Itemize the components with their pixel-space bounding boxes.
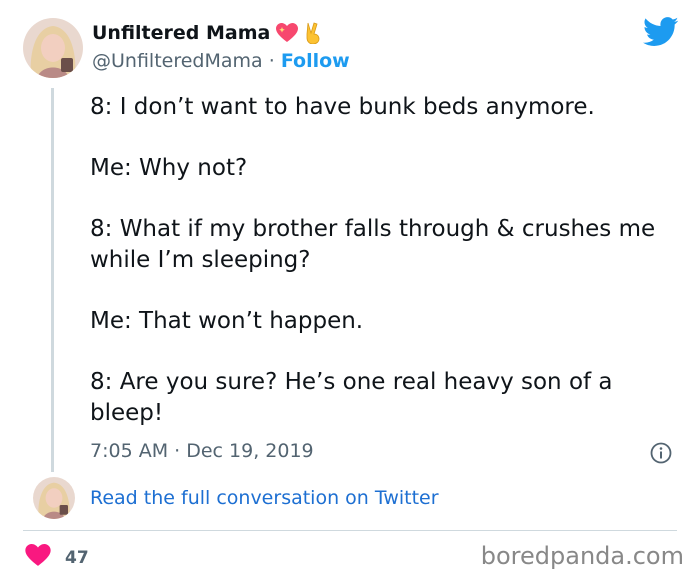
author-handle-row: @UnfilteredMama · Follow (92, 50, 350, 72)
follow-button[interactable]: Follow (281, 50, 350, 72)
reply-avatar[interactable] (33, 477, 75, 519)
info-icon[interactable] (650, 442, 672, 468)
tweet-line: 8: I don’t want to have bunk beds anymor… (90, 94, 595, 120)
sparkling-heart-emoji-icon (276, 23, 299, 42)
tweet-line: 8: What if my brother falls through & cr… (90, 216, 656, 273)
tweet-line: Me: Why not? (90, 155, 248, 181)
author-handle[interactable]: @UnfilteredMama (92, 50, 263, 72)
tweet-line: Me: That won’t happen. (90, 308, 364, 334)
watermark: boredpanda.com (480, 542, 684, 570)
thread-line (51, 88, 54, 472)
tweet-timestamp[interactable]: 7:05 AM · Dec 19, 2019 (90, 440, 314, 462)
tweet-text: 8: I don’t want to have bunk beds anymor… (90, 92, 685, 429)
victory-hand-emoji-icon (306, 22, 320, 44)
like-row: 47 (25, 544, 89, 571)
twitter-bird-icon[interactable] (643, 17, 679, 51)
like-count[interactable]: 47 (65, 548, 89, 568)
tweet-line: 8: Are you sure? He’s one real heavy son… (90, 369, 613, 426)
author-name-text[interactable]: Unfiltered Mama (92, 22, 270, 44)
author-name[interactable]: Unfiltered Mama (92, 22, 322, 44)
avatar[interactable] (23, 18, 83, 78)
separator: · (268, 50, 275, 72)
divider (23, 530, 677, 531)
read-conversation-link[interactable]: Read the full conversation on Twitter (90, 487, 439, 509)
heart-icon[interactable] (25, 544, 51, 571)
